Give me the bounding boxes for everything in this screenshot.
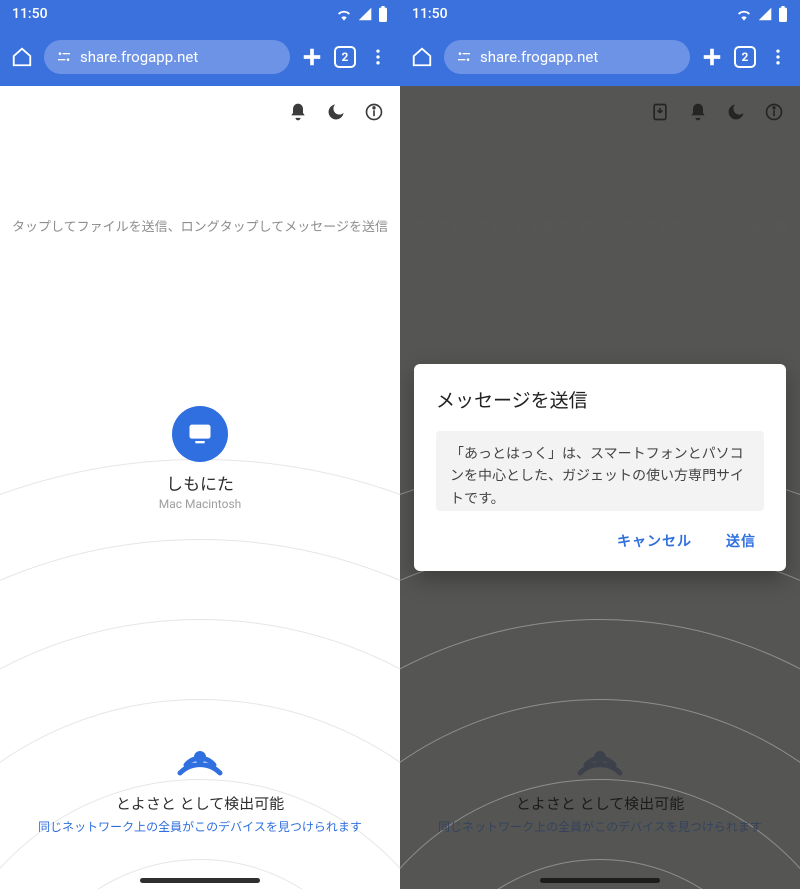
dark-mode-icon[interactable] xyxy=(324,100,348,124)
new-tab-icon[interactable] xyxy=(698,43,726,71)
status-bar: 11:50 xyxy=(400,0,800,28)
hint-text: タップしてファイルを送信、ロングタップしてメッセージを送信 xyxy=(0,216,400,235)
discovered-device[interactable]: しもにた Mac Macintosh xyxy=(0,406,400,511)
desktop-icon xyxy=(186,420,214,448)
broadcast-title: とよさと として検出可能 xyxy=(116,793,284,814)
home-icon[interactable] xyxy=(408,43,436,71)
address-bar[interactable]: share.frogapp.net xyxy=(44,40,290,74)
message-input[interactable] xyxy=(436,431,764,511)
more-icon[interactable] xyxy=(764,43,792,71)
tabs-button[interactable]: 2 xyxy=(334,46,356,68)
device-name: しもにた xyxy=(166,470,234,495)
site-settings-icon xyxy=(456,49,472,65)
signal-icon xyxy=(358,7,372,21)
status-icons xyxy=(736,6,788,22)
cancel-button[interactable]: キャンセル xyxy=(617,531,692,551)
dialog-actions: キャンセル 送信 xyxy=(436,515,764,559)
send-message-dialog: メッセージを送信 キャンセル 送信 xyxy=(414,364,786,571)
battery-icon xyxy=(378,6,388,22)
device-avatar xyxy=(172,406,228,462)
send-button[interactable]: 送信 xyxy=(726,531,756,551)
tabs-button[interactable]: 2 xyxy=(734,46,756,68)
status-bar: 11:50 xyxy=(0,0,400,28)
url-text: share.frogapp.net xyxy=(480,48,598,66)
broadcast-icon xyxy=(172,727,228,783)
address-bar[interactable]: share.frogapp.net xyxy=(444,40,690,74)
home-icon[interactable] xyxy=(8,43,36,71)
wifi-icon xyxy=(336,7,352,21)
status-time: 11:50 xyxy=(12,6,48,22)
broadcast-section[interactable]: とよさと として検出可能 同じネットワーク上の全員がこのデバイスを見つけられます xyxy=(0,727,400,835)
screenshot-left: 11:50 share.frogapp.net 2 xyxy=(0,0,400,889)
notifications-icon[interactable] xyxy=(286,100,310,124)
browser-toolbar: share.frogapp.net 2 xyxy=(400,28,800,86)
screenshot-right: 11:50 share.frogapp.net 2 xyxy=(400,0,800,889)
browser-toolbar: share.frogapp.net 2 xyxy=(0,28,400,86)
battery-icon xyxy=(778,6,788,22)
app-toolbar xyxy=(278,92,394,132)
dialog-title: メッセージを送信 xyxy=(436,386,764,413)
broadcast-subtitle: 同じネットワーク上の全員がこのデバイスを見つけられます xyxy=(38,818,362,835)
new-tab-icon[interactable] xyxy=(298,43,326,71)
app-content: タップしてファイルを送信、ロングタップしてメッセージを送信 しもにた Mac M… xyxy=(0,86,400,889)
status-time: 11:50 xyxy=(412,6,448,22)
site-settings-icon xyxy=(56,49,72,65)
device-subtitle: Mac Macintosh xyxy=(159,497,242,511)
info-icon[interactable] xyxy=(362,100,386,124)
nav-handle[interactable] xyxy=(140,878,260,883)
signal-icon xyxy=(758,7,772,21)
status-icons xyxy=(336,6,388,22)
url-text: share.frogapp.net xyxy=(80,48,198,66)
wifi-icon xyxy=(736,7,752,21)
more-icon[interactable] xyxy=(364,43,392,71)
